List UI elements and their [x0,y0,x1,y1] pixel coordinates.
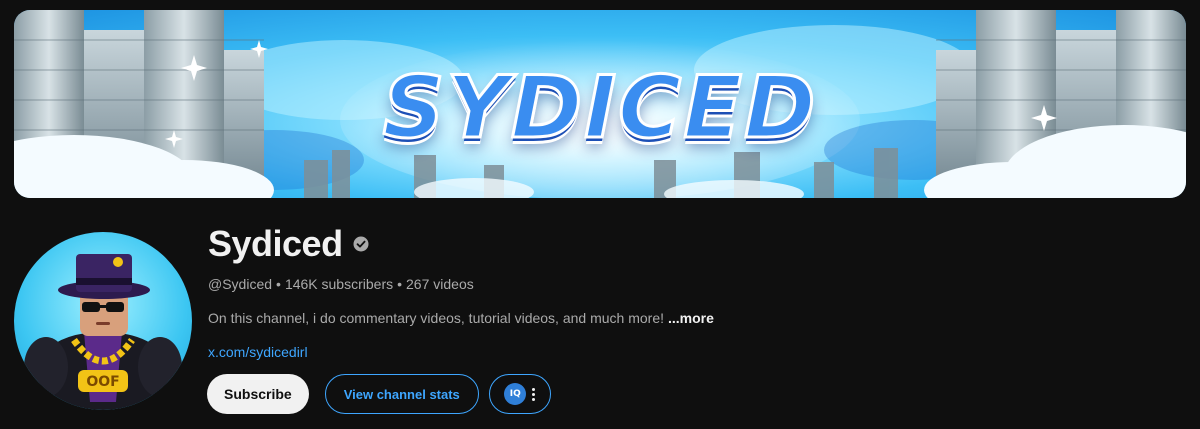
extension-logo-icon: IQ [504,383,527,405]
subscriber-count: 146K subscribers [284,276,394,292]
more-button[interactable]: ...more [668,310,714,326]
channel-link[interactable]: x.com/sydicedirl [208,344,308,360]
channel-avatar[interactable]: OOF [14,232,192,410]
video-count: 267 videos [406,276,474,292]
channel-page: SYDICED OOF Sydiced @Sydiced • 146K subs… [0,0,1200,429]
svg-text:OOF: OOF [86,374,119,390]
channel-description[interactable]: On this channel, i do commentary videos,… [208,310,714,326]
subscribe-button[interactable]: Subscribe [207,374,309,414]
extension-menu-button[interactable]: IQ [488,374,551,414]
avatar-character-artwork: OOF [24,254,182,410]
meta-separator: • [397,276,403,292]
channel-meta: @Sydiced • 146K subscribers • 267 videos [208,276,474,292]
channel-actions: Subscribe View channel stats IQ [207,374,551,414]
banner-logo-text: SYDICED [381,57,818,160]
description-text: On this channel, i do commentary videos,… [208,310,664,326]
view-channel-stats-button[interactable]: View channel stats [324,374,479,414]
channel-handle: @Sydiced [208,276,273,292]
channel-banner: SYDICED [14,10,1186,198]
channel-info: Sydiced @Sydiced • 146K subscribers • 267 vi… [208,223,714,360]
kebab-menu-icon [532,387,536,401]
meta-separator: • [276,276,281,292]
channel-name: Sydiced [208,223,343,264]
verified-check-icon [353,236,369,252]
channel-title-row: Sydiced [208,223,369,264]
